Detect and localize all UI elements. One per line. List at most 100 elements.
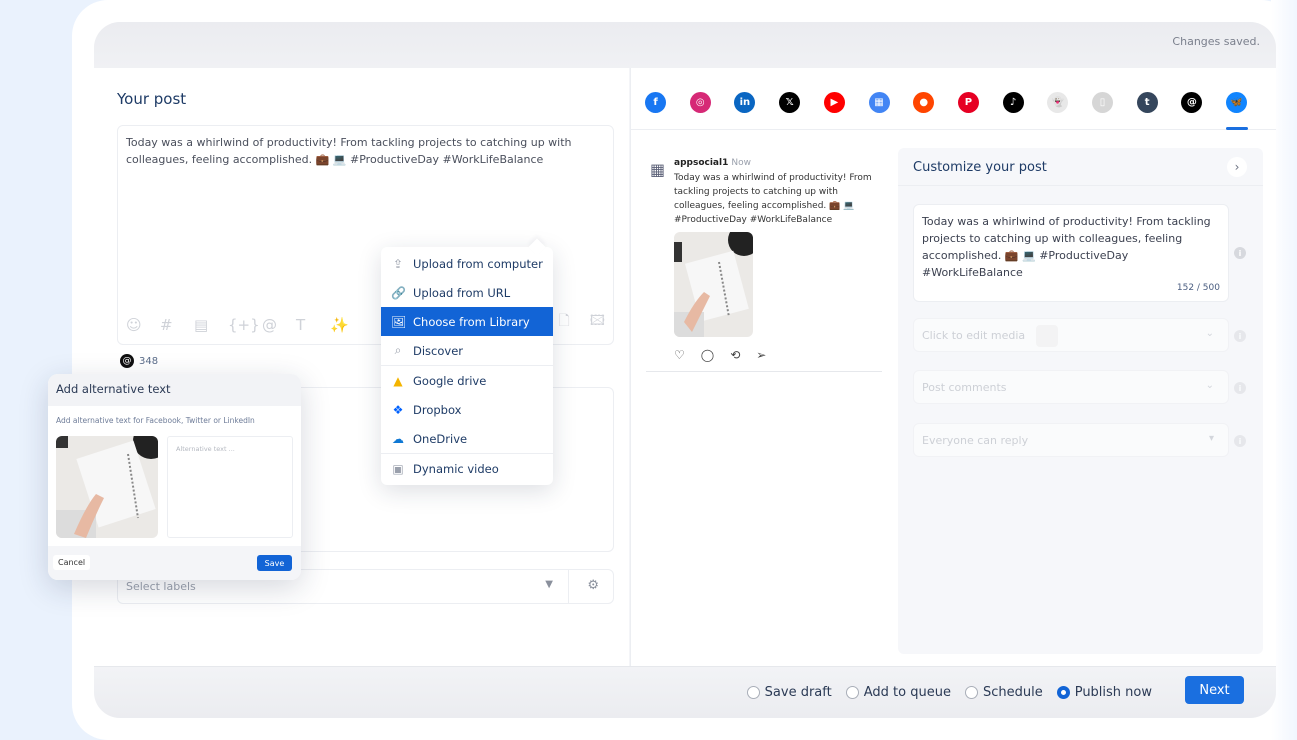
menu-item-onedrive[interactable]: ☁ OneDrive bbox=[381, 424, 553, 453]
account-avatar-icon: ▦ bbox=[650, 160, 666, 179]
tab-linkedin[interactable]: in bbox=[734, 92, 756, 113]
preview-username: appsocial1 Now bbox=[674, 158, 751, 168]
radio-add-to-queue[interactable]: Add to queue bbox=[845, 685, 951, 700]
tab-youtube[interactable]: ▶ bbox=[823, 92, 845, 113]
cancel-button[interactable]: Cancel bbox=[53, 555, 91, 570]
menu-item-label: Dropbox bbox=[413, 402, 462, 417]
tab-instagram[interactable]: ◎ bbox=[689, 92, 711, 113]
threads-char-counter: @ 348 bbox=[120, 354, 158, 368]
dynamic-video-icon: ▣ bbox=[392, 461, 404, 476]
customize-text-editor[interactable]: Today was a whirlwind of productivity! F… bbox=[913, 204, 1229, 302]
radio-publish-now[interactable]: Publish now bbox=[1056, 685, 1152, 700]
tab-google-business[interactable]: ▦ bbox=[868, 92, 890, 113]
magic-wand-icon[interactable]: ✨ bbox=[330, 316, 364, 334]
variable-icon[interactable]: {+} bbox=[228, 316, 262, 334]
google-business-icon: ▦ bbox=[874, 97, 884, 108]
alt-text-image bbox=[56, 436, 158, 538]
save-button[interactable]: Save bbox=[257, 555, 292, 571]
info-icon[interactable]: i bbox=[1234, 247, 1246, 259]
customize-panel: Customize your post › Today was a whirlw… bbox=[898, 148, 1263, 654]
customize-title: Customize your post bbox=[913, 160, 1047, 175]
menu-item-upload-from-url[interactable]: 🔗 Upload from URL bbox=[381, 278, 553, 307]
upload-icon: ⇪ bbox=[392, 256, 404, 271]
caret-down-icon[interactable]: ▼ bbox=[545, 579, 553, 590]
menu-item-dynamic-video[interactable]: ▣ Dynamic video bbox=[381, 454, 553, 483]
menu-item-label: Discover bbox=[413, 343, 464, 358]
tab-x[interactable]: 𝕏 bbox=[779, 92, 801, 113]
library-icon: 🖼 bbox=[391, 314, 407, 329]
snippet-icon[interactable]: ▤ bbox=[194, 316, 228, 334]
tab-bluesky[interactable]: 🦋 bbox=[1226, 92, 1248, 113]
radio-label: Publish now bbox=[1074, 685, 1152, 700]
text-format-icon[interactable]: T bbox=[296, 316, 330, 334]
tab-snapchat[interactable]: 👻 bbox=[1047, 92, 1069, 113]
menu-item-google-drive[interactable]: ▲ Google drive bbox=[381, 366, 553, 395]
facebook-icon: f bbox=[653, 97, 658, 108]
media-gallery-icon[interactable]: 🖾 bbox=[590, 310, 605, 334]
info-icon[interactable]: i bbox=[1234, 330, 1246, 342]
menu-item-choose-from-library[interactable]: 🖼 Choose from Library bbox=[381, 307, 553, 336]
edit-media-label: Click to edit media bbox=[922, 329, 1026, 342]
snapchat-icon: 👻 bbox=[1051, 97, 1065, 108]
media-source-menu: ⇪ Upload from computer 🔗 Upload from URL 🖼 Ch… bbox=[381, 247, 553, 485]
radio-button[interactable] bbox=[964, 686, 978, 699]
menu-item-dropbox[interactable]: ❖ Dropbox bbox=[381, 395, 553, 424]
tab-tiktok[interactable]: ♪ bbox=[1002, 92, 1024, 113]
modal-title: Add alternative text bbox=[48, 374, 301, 406]
menu-item-label: Dynamic video bbox=[413, 461, 499, 476]
chevron-right-icon[interactable]: › bbox=[1227, 157, 1247, 177]
composer-window: Changes saved. Your post Today was a whi… bbox=[94, 22, 1276, 718]
emoji-icon[interactable]: ☺ bbox=[126, 316, 160, 334]
alt-text-modal: Add alternative text Add alternative tex… bbox=[48, 374, 301, 580]
edit-media-dropdown[interactable]: Click to edit media ⌄ bbox=[913, 318, 1229, 352]
radio-button[interactable] bbox=[746, 686, 760, 699]
reddit-icon: ● bbox=[919, 97, 929, 108]
active-tab-indicator bbox=[1225, 127, 1248, 130]
tab-google-business-2[interactable]: ▯ bbox=[1092, 92, 1113, 113]
tab-reddit[interactable]: ● bbox=[913, 92, 935, 113]
divider bbox=[646, 371, 882, 372]
pinterest-icon: P bbox=[964, 97, 973, 108]
threads-icon: @ bbox=[120, 354, 134, 368]
tab-tumblr[interactable]: t bbox=[1136, 92, 1158, 113]
link-icon: 🔗 bbox=[391, 285, 406, 300]
hashtag-icon[interactable]: # bbox=[160, 316, 194, 334]
radio-button[interactable] bbox=[845, 686, 859, 699]
username: appsocial1 bbox=[674, 158, 729, 168]
menu-item-label: Upload from computer bbox=[413, 256, 543, 271]
dropbox-icon: ❖ bbox=[392, 402, 404, 417]
top-bar: Changes saved. bbox=[94, 22, 1276, 68]
post-comments-label: Post comments bbox=[922, 381, 1007, 394]
preview-text: Today was a whirlwind of productivity! F… bbox=[674, 173, 872, 225]
customize-header: Customize your post › bbox=[898, 148, 1263, 186]
tab-facebook[interactable]: f bbox=[645, 92, 666, 113]
reply-settings-label: Everyone can reply bbox=[922, 434, 1029, 447]
radio-label: Save draft bbox=[764, 685, 832, 700]
char-counter: 152 / 500 bbox=[1176, 283, 1220, 293]
labels-placeholder: Select labels bbox=[126, 580, 196, 593]
google-drive-icon: ▲ bbox=[393, 373, 403, 388]
alt-text-input[interactable]: Alternative text ... bbox=[167, 436, 293, 538]
info-icon[interactable]: i bbox=[1234, 435, 1246, 447]
menu-item-label: OneDrive bbox=[413, 431, 468, 446]
info-icon[interactable]: i bbox=[1234, 382, 1246, 394]
mention-icon[interactable]: @ bbox=[262, 316, 296, 334]
caret-down-icon: ▾ bbox=[1208, 433, 1214, 444]
radio-save-draft[interactable]: Save draft bbox=[746, 685, 832, 700]
reply-settings-select[interactable]: Everyone can reply ▾ bbox=[913, 423, 1229, 457]
post-comments-dropdown[interactable]: Post comments ⌄ bbox=[913, 370, 1229, 404]
menu-item-upload-from-computer[interactable]: ⇪ Upload from computer bbox=[381, 249, 553, 278]
menu-item-discover[interactable]: ⌕ Discover bbox=[381, 336, 553, 365]
post-text[interactable]: Today was a whirlwind of productivity! F… bbox=[126, 134, 601, 168]
radio-button[interactable] bbox=[1056, 686, 1070, 699]
customize-text[interactable]: Today was a whirlwind of productivity! F… bbox=[922, 213, 1222, 281]
preview-actions: ♡ ◯ ⟲ ➢ bbox=[674, 348, 766, 362]
radio-schedule[interactable]: Schedule bbox=[964, 685, 1043, 700]
editor-title: Your post bbox=[117, 90, 187, 108]
tab-pinterest[interactable]: P bbox=[957, 92, 979, 113]
tab-threads[interactable]: @ bbox=[1181, 92, 1203, 113]
gear-icon[interactable]: ⚙ bbox=[587, 578, 599, 593]
next-button[interactable]: Next bbox=[1185, 676, 1244, 704]
document-icon[interactable]: 🗋 bbox=[559, 310, 570, 334]
send-icon: ➢ bbox=[756, 348, 767, 362]
